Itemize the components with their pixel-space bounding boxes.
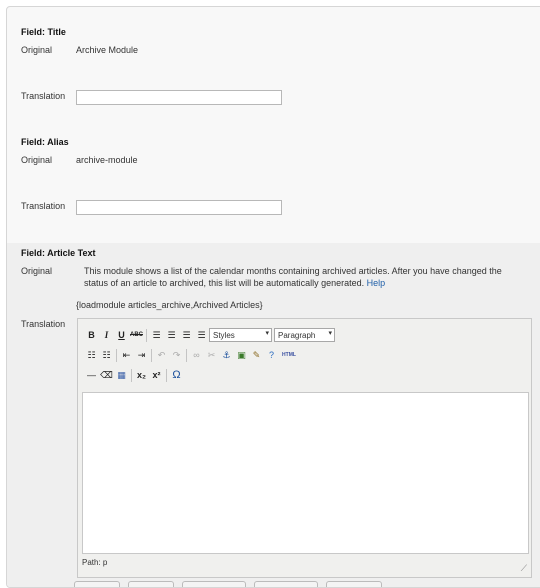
horizontal-rule-icon[interactable]: — bbox=[84, 368, 99, 382]
action-button[interactable] bbox=[254, 581, 318, 587]
anchor-icon[interactable]: ⚓ bbox=[219, 348, 234, 362]
title-translation-input[interactable] bbox=[76, 90, 282, 105]
strikethrough-button[interactable]: ABC bbox=[129, 328, 144, 342]
alias-original-label: Original bbox=[21, 155, 53, 165]
redo-icon[interactable]: ↷ bbox=[169, 348, 184, 362]
action-button[interactable] bbox=[326, 581, 382, 587]
format-select-value: Paragraph bbox=[278, 330, 316, 340]
alias-original-value: archive-module bbox=[76, 155, 138, 165]
resize-handle-icon[interactable]: ⟋ bbox=[521, 563, 527, 574]
editor-toolbar-row-3: — ⌫ ▦ x₂ x² Ω bbox=[84, 367, 184, 383]
help-icon[interactable]: ? bbox=[264, 348, 279, 362]
toolbar-separator bbox=[116, 348, 117, 362]
toolbar-separator bbox=[146, 328, 147, 342]
format-select[interactable]: Paragraph ▾ bbox=[274, 328, 335, 342]
outdent-icon[interactable]: ⇤ bbox=[119, 348, 134, 362]
visual-aid-icon[interactable]: ▦ bbox=[114, 368, 129, 382]
toolbar-separator bbox=[166, 368, 167, 382]
chevron-down-icon: ▾ bbox=[328, 330, 332, 337]
subscript-button[interactable]: x₂ bbox=[134, 368, 149, 382]
article-code-line: {loadmodule articles_archive,Archived Ar… bbox=[76, 300, 263, 310]
title-original-value: Archive Module bbox=[76, 45, 139, 55]
toolbar-separator bbox=[131, 368, 132, 382]
align-left-icon[interactable]: ☰ bbox=[149, 328, 164, 342]
action-button[interactable] bbox=[74, 581, 120, 587]
rich-text-editor: B I U ABC ☰ ☰ ☰ ☰ Styles ▾ Paragraph ▾ ☷ ☷… bbox=[77, 318, 532, 578]
field-alias-heading: Field: Alias bbox=[21, 137, 69, 147]
bold-button[interactable]: B bbox=[84, 328, 99, 342]
underline-button[interactable]: U bbox=[114, 328, 129, 342]
styles-select-value: Styles bbox=[213, 330, 235, 340]
alias-translation-label: Translation bbox=[21, 201, 66, 211]
align-justify-icon[interactable]: ☰ bbox=[194, 328, 209, 342]
editor-content-area[interactable] bbox=[82, 392, 529, 554]
article-original-label: Original bbox=[21, 266, 53, 276]
align-right-icon[interactable]: ☰ bbox=[179, 328, 194, 342]
unlink-icon[interactable]: ✂ bbox=[204, 348, 219, 362]
html-source-button[interactable]: HTML bbox=[279, 348, 299, 362]
indent-icon[interactable]: ⇥ bbox=[134, 348, 149, 362]
editor-toolbar-row-1: B I U ABC ☰ ☰ ☰ ☰ Styles ▾ Paragraph ▾ bbox=[84, 327, 337, 343]
toolbar-separator bbox=[151, 348, 152, 362]
image-icon[interactable]: ▣ bbox=[234, 348, 249, 362]
remove-format-icon[interactable]: ⌫ bbox=[99, 368, 114, 382]
article-original-text: This module shows a list of the calendar… bbox=[84, 265, 524, 289]
superscript-button[interactable]: x² bbox=[149, 368, 164, 382]
title-translation-label: Translation bbox=[21, 91, 66, 101]
title-original-label: Original bbox=[21, 45, 53, 55]
align-center-icon[interactable]: ☰ bbox=[164, 328, 179, 342]
translation-panel: Field: Title Original Archive Module Tra… bbox=[6, 6, 540, 588]
help-link[interactable]: Help bbox=[367, 278, 386, 288]
editor-toolbar-row-2: ☷ ☷ ⇤ ⇥ ↶ ↷ ∞ ✂ ⚓ ▣ ✎ ? HTML bbox=[84, 347, 299, 363]
editor-path: Path: p bbox=[82, 558, 108, 567]
action-button[interactable] bbox=[128, 581, 174, 587]
toolbar-separator bbox=[186, 348, 187, 362]
link-icon[interactable]: ∞ bbox=[189, 348, 204, 362]
styles-select[interactable]: Styles ▾ bbox=[209, 328, 272, 342]
article-original-body: This module shows a list of the calendar… bbox=[84, 266, 502, 288]
italic-button[interactable]: I bbox=[99, 328, 114, 342]
action-button[interactable] bbox=[182, 581, 246, 587]
field-article-heading: Field: Article Text bbox=[21, 248, 96, 258]
special-char-button[interactable]: Ω bbox=[169, 368, 184, 382]
numbered-list-icon[interactable]: ☷ bbox=[99, 348, 114, 362]
bottom-buttons bbox=[74, 581, 382, 587]
undo-icon[interactable]: ↶ bbox=[154, 348, 169, 362]
field-title-heading: Field: Title bbox=[21, 27, 66, 37]
cleanup-icon[interactable]: ✎ bbox=[249, 348, 264, 362]
alias-translation-input[interactable] bbox=[76, 200, 282, 215]
article-translation-label: Translation bbox=[21, 319, 66, 329]
chevron-down-icon: ▾ bbox=[265, 330, 269, 337]
bullet-list-icon[interactable]: ☷ bbox=[84, 348, 99, 362]
